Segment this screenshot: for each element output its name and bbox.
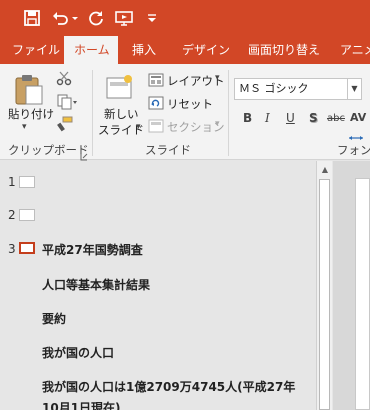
customize-qat-icon[interactable] <box>146 8 158 28</box>
spacing-arrow-icon <box>348 126 364 140</box>
section-icon <box>148 118 164 133</box>
slide-number: 2 <box>8 208 16 222</box>
outline-bullet[interactable]: 人口等基本集計結果 <box>42 276 150 293</box>
outline-bullet[interactable]: 10月1日現在) <box>42 399 121 410</box>
slide-number: 1 <box>8 175 16 189</box>
font-group-label: フォント <box>337 143 370 157</box>
group-separator <box>228 70 229 156</box>
outline-bullet[interactable]: 我が国の人口は1億2709万4745人(平成27年 <box>42 378 295 395</box>
tab-animations[interactable]: アニメー <box>340 36 370 64</box>
clipboard-launcher-icon[interactable] <box>80 146 88 161</box>
layout-icon[interactable] <box>148 72 164 87</box>
slide-thumbnail-3[interactable] <box>19 242 35 254</box>
reset-icon[interactable] <box>148 95 164 110</box>
font-name-dropdown-icon[interactable]: ▼ <box>347 79 361 99</box>
group-separator <box>92 70 93 156</box>
section-dropdown-icon: ▾ <box>215 119 220 129</box>
tab-design[interactable]: デザイン <box>182 36 230 64</box>
tab-transitions[interactable]: 画面切り替え <box>248 36 320 64</box>
cut-icon[interactable] <box>56 70 72 86</box>
layout-dropdown-icon[interactable]: ▾ <box>215 73 220 83</box>
outline-bullet[interactable]: 要約 <box>42 310 66 327</box>
copy-icon[interactable] <box>56 94 78 110</box>
redo-icon[interactable] <box>86 8 106 28</box>
undo-dropdown-icon[interactable] <box>70 8 80 28</box>
paste-icon[interactable] <box>12 72 48 108</box>
quick-access-toolbar <box>0 0 370 36</box>
slide-canvas[interactable] <box>355 178 370 410</box>
clipboard-group-label: クリップボード <box>8 143 89 157</box>
slide-number: 3 <box>8 242 16 256</box>
font-name-value: ＭＳ ゴシック <box>239 82 309 95</box>
present-from-beginning-icon[interactable] <box>114 8 134 28</box>
italic-button[interactable]: I <box>265 111 270 125</box>
character-spacing-button[interactable]: AV <box>350 111 366 124</box>
ribbon: 貼り付け ▾ クリップボード 新しい スライド ▾ レイアウト ▾ リセット セ… <box>0 64 370 161</box>
scroll-up-icon[interactable]: ▲ <box>318 163 332 177</box>
bold-button[interactable]: B <box>243 111 252 125</box>
outline-pane[interactable]: 1 2 3 平成27年国勢調査 人口等基本集計結果 要約 我が国の人口 我が国の… <box>0 161 318 410</box>
new-slide-icon[interactable] <box>104 72 136 102</box>
paste-button[interactable]: 貼り付け <box>8 106 54 122</box>
tab-insert[interactable]: 挿入 <box>132 36 156 64</box>
slide-thumbnail-2[interactable] <box>19 209 35 221</box>
slides-group-label: スライド <box>145 143 191 157</box>
paste-dropdown-icon[interactable]: ▾ <box>22 122 27 132</box>
new-slide-label-1[interactable]: 新しい <box>104 106 139 122</box>
outline-bullet[interactable]: 我が国の人口 <box>42 344 114 361</box>
format-painter-icon[interactable] <box>56 116 74 132</box>
new-slide-dropdown-icon[interactable]: ▾ <box>136 122 141 132</box>
strikethrough-button[interactable]: abc <box>327 113 345 124</box>
shadow-button[interactable]: S <box>309 111 318 125</box>
save-icon[interactable] <box>22 8 42 28</box>
tab-home[interactable]: ホーム <box>64 36 118 64</box>
reset-button[interactable]: リセット <box>167 96 213 112</box>
underline-button[interactable]: U <box>286 111 295 125</box>
scrollbar-thumb[interactable] <box>319 179 330 410</box>
tab-file[interactable]: ファイル <box>12 36 60 64</box>
font-name-combobox[interactable]: ＭＳ ゴシック ▼ <box>234 78 362 100</box>
slide-thumbnail-1[interactable] <box>19 176 35 188</box>
slide-title-3[interactable]: 平成27年国勢調査 <box>42 241 143 258</box>
ribbon-tabs: ファイル ホーム 挿入 デザイン 画面切り替え アニメー <box>0 36 370 64</box>
undo-icon[interactable] <box>50 8 70 28</box>
outline-scrollbar[interactable]: ▲ <box>316 161 332 410</box>
